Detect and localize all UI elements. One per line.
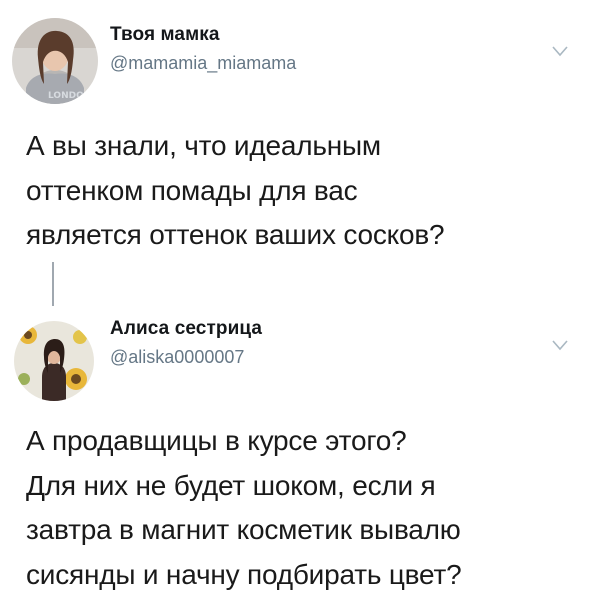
tweet-text-line: оттенком помады для вас <box>26 174 358 206</box>
tweet-reply: Алиса сестрица @aliska0000007 А продавщи… <box>0 300 600 611</box>
user-avatar-photo-icon <box>14 321 94 401</box>
author-handle[interactable]: @mamamia_miamama <box>110 53 296 74</box>
chevron-down-icon[interactable] <box>552 44 568 57</box>
tweet-text-line: сисянды и начну подбирать цвет? <box>26 558 462 590</box>
svg-text:LONDON: LONDON <box>48 91 91 101</box>
tweet-text-line: завтра в магнит косметик вывалю <box>26 514 461 545</box>
author-name[interactable]: Алиса сестрица <box>110 318 262 340</box>
tweet-text: А продавщицы в курсе этого? Для них не б… <box>26 419 591 597</box>
tweet-original: LONDON Твоя мамка @mamamia_miamama А вы … <box>0 0 600 290</box>
avatar[interactable] <box>14 321 94 401</box>
author-handle[interactable]: @aliska0000007 <box>110 347 244 368</box>
tweet-text: А вы знали, что идеальным оттенком помад… <box>26 124 591 258</box>
tweet-text-line: является оттенок ваших сосков? <box>26 219 445 250</box>
chevron-down-icon[interactable] <box>552 338 568 351</box>
tweet-text-line: А вы знали, что идеальным <box>26 130 381 161</box>
user-avatar-photo-icon: LONDON <box>12 18 98 104</box>
tweet-text-line: Для них не будет шоком, если я <box>26 469 436 501</box>
avatar[interactable]: LONDON <box>12 18 98 104</box>
author-name[interactable]: Твоя мамка <box>110 24 220 46</box>
tweet-text-line: А продавщицы в курсе этого? <box>26 425 407 456</box>
